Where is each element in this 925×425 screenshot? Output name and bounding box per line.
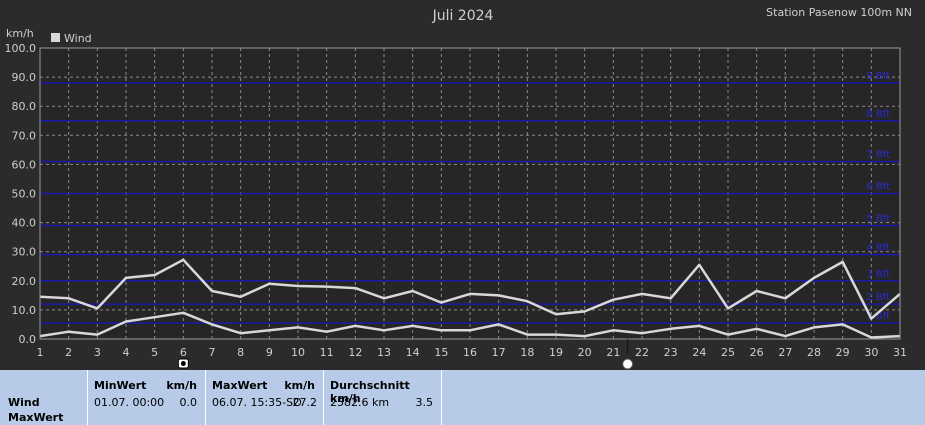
footer-avg-cell: Durchschnitt km/h 2582.6 km 3.5 — [324, 370, 442, 425]
x-tick-label: 2 — [65, 346, 72, 359]
min-header: MinWert — [94, 379, 147, 392]
x-tick-label: 22 — [635, 346, 649, 359]
x-tick-label: 25 — [721, 346, 735, 359]
y-tick-label: 20.0 — [12, 275, 37, 288]
chart-title: Juli 2024 — [432, 8, 494, 24]
x-tick-label: 18 — [520, 346, 534, 359]
x-tick-label: 24 — [692, 346, 706, 359]
bft-label: 6 Bft — [866, 182, 890, 193]
station-label: Station Pasenow 100m NN — [766, 6, 912, 19]
min-date: 01.07. 00:00 — [94, 396, 165, 409]
y-tick-label: 50.0 — [12, 188, 37, 201]
x-tick-label: 15 — [434, 346, 448, 359]
bft-label: 3 Bft — [866, 269, 890, 280]
y-tick-label: 60.0 — [12, 158, 37, 171]
x-tick-label: 14 — [406, 346, 420, 359]
y-tick-label: 70.0 — [12, 129, 37, 142]
full-moon-marker — [622, 358, 634, 370]
y-tick-label: 90.0 — [12, 71, 37, 84]
footer-row-labels: Wind MaxWert — [0, 370, 88, 425]
footer-max-cell: MaxWert km/h 06.07. 15:35-SO 27.2 — [206, 370, 324, 425]
x-tick-label: 12 — [348, 346, 362, 359]
avg-value: 3.5 — [415, 396, 434, 409]
x-tick-label: 27 — [778, 346, 792, 359]
x-tick-label: 17 — [492, 346, 506, 359]
x-tick-label: 29 — [836, 346, 850, 359]
y-tick-label: 100.0 — [5, 42, 37, 55]
bft-label: 5 Bft — [866, 214, 890, 225]
x-tick-label: 28 — [807, 346, 821, 359]
legend-swatch — [51, 33, 60, 42]
y-tick-label: 10.0 — [12, 304, 37, 317]
y-tick-label: 30.0 — [12, 246, 37, 259]
y-tick-label: 80.0 — [12, 100, 37, 113]
x-tick-label: 7 — [209, 346, 216, 359]
min-unit: km/h — [166, 379, 197, 392]
x-tick-label: 30 — [864, 346, 878, 359]
x-tick-label: 21 — [606, 346, 620, 359]
x-tick-label: 8 — [237, 346, 244, 359]
x-tick-label: 9 — [266, 346, 273, 359]
legend-label: Wind — [64, 32, 92, 45]
x-tick-label: 3 — [94, 346, 101, 359]
max-date: 06.07. 15:35-SO — [212, 396, 302, 409]
x-tick-label: 16 — [463, 346, 477, 359]
x-tick-label: 5 — [151, 346, 158, 359]
x-tick-label: 13 — [377, 346, 391, 359]
bft-label: 7 Bft — [866, 149, 890, 160]
x-tick-label: 26 — [750, 346, 764, 359]
max-value-marker-dot — [180, 361, 186, 366]
max-value: 27.2 — [292, 396, 318, 409]
x-tick-label: 11 — [320, 346, 334, 359]
bft-label: 4 Bft — [866, 243, 890, 254]
row-label-wind: Wind — [8, 396, 40, 409]
x-tick-label: 10 — [291, 346, 305, 359]
x-tick-label: 20 — [578, 346, 592, 359]
wind-chart: Juli 2024 Station Pasenow 100m NN km/h W… — [5, 6, 912, 370]
bft-label: 8 Bft — [866, 109, 890, 120]
x-tick-label: 4 — [123, 346, 130, 359]
bft-label: 9 Bft — [866, 71, 890, 82]
bft-label: 2 Bft — [866, 292, 890, 303]
min-value: 0.0 — [179, 396, 198, 409]
x-tick-label: 1 — [37, 346, 44, 359]
stats-footer: Wind MaxWert MinWert km/h 01.07. 00:00 0… — [0, 370, 925, 425]
x-tick-label: 6 — [180, 346, 187, 359]
avg-distance: 2582.6 km — [330, 396, 390, 409]
y-axis-label: km/h — [6, 27, 34, 40]
max-header: MaxWert — [212, 379, 268, 392]
max-unit: km/h — [284, 379, 315, 392]
x-tick-label: 19 — [549, 346, 563, 359]
y-tick-label: 40.0 — [12, 217, 37, 230]
x-tick-label: 31 — [893, 346, 907, 359]
x-tick-label: 23 — [664, 346, 678, 359]
row-label-maxwert: MaxWert — [8, 411, 64, 424]
y-tick-label: 0.0 — [19, 333, 37, 346]
footer-min-cell: MinWert km/h 01.07. 00:00 0.0 — [88, 370, 206, 425]
